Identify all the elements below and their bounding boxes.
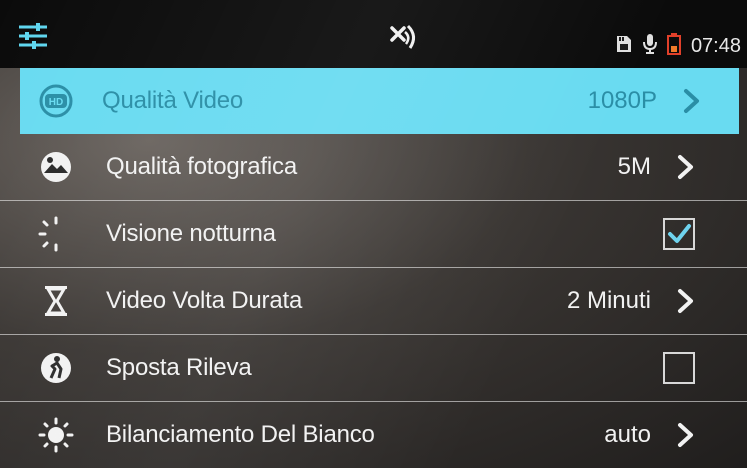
status-bar: 07:48 bbox=[0, 0, 747, 68]
menu-item-video-quality[interactable]: HD Qualità Video 1080P bbox=[20, 68, 739, 134]
menu-item-label: Qualità Video bbox=[102, 87, 244, 114]
photo-quality-icon bbox=[38, 149, 74, 185]
chevron-right-icon[interactable] bbox=[677, 154, 695, 180]
sd-card-icon bbox=[615, 34, 633, 59]
settings-sliders-icon[interactable] bbox=[18, 22, 48, 55]
menu-item-label: Video Volta Durata bbox=[106, 287, 303, 314]
menu-item-label: Qualità fotografica bbox=[106, 153, 297, 180]
night-vision-icon bbox=[38, 216, 74, 252]
wifi-disconnected-icon bbox=[388, 24, 422, 59]
motion-detect-icon bbox=[38, 350, 74, 386]
hd-icon: HD bbox=[38, 83, 74, 119]
chevron-right-icon[interactable] bbox=[677, 422, 695, 448]
white-balance-icon bbox=[38, 417, 74, 453]
menu-item-photo-quality[interactable]: Qualità fotografica 5M bbox=[0, 134, 747, 201]
microphone-icon bbox=[642, 33, 657, 60]
battery-low-icon bbox=[666, 33, 681, 60]
menu-item-motion-detect[interactable]: Sposta Rileva bbox=[0, 335, 747, 402]
menu-item-video-duration[interactable]: Video Volta Durata 2 Minuti bbox=[0, 268, 747, 335]
menu-item-value: 5M bbox=[617, 153, 651, 180]
menu-item-night-vision[interactable]: Visione notturna bbox=[0, 201, 747, 268]
status-icons: 07:48 bbox=[615, 33, 741, 60]
menu-item-value: auto bbox=[604, 421, 651, 448]
menu-item-value: 1080P bbox=[587, 87, 657, 114]
svg-text:HD: HD bbox=[49, 97, 63, 108]
menu-item-label: Visione notturna bbox=[106, 220, 276, 247]
hourglass-icon bbox=[38, 283, 74, 319]
menu-item-white-balance[interactable]: Bilanciamento Del Bianco auto bbox=[0, 402, 747, 468]
menu-item-label: Sposta Rileva bbox=[106, 354, 252, 381]
device-screen: 07:48 HD Qualità Video 1080P Qualità fot… bbox=[0, 0, 747, 468]
menu-item-label: Bilanciamento Del Bianco bbox=[106, 421, 375, 448]
menu-item-value: 2 Minuti bbox=[566, 287, 651, 314]
motion-detect-checkbox[interactable] bbox=[663, 352, 695, 384]
settings-menu: HD Qualità Video 1080P Qualità fotografi… bbox=[0, 68, 747, 468]
clock-time: 07:48 bbox=[690, 35, 741, 57]
night-vision-checkbox[interactable] bbox=[663, 218, 695, 250]
chevron-right-icon[interactable] bbox=[683, 88, 701, 114]
chevron-right-icon[interactable] bbox=[677, 288, 695, 314]
